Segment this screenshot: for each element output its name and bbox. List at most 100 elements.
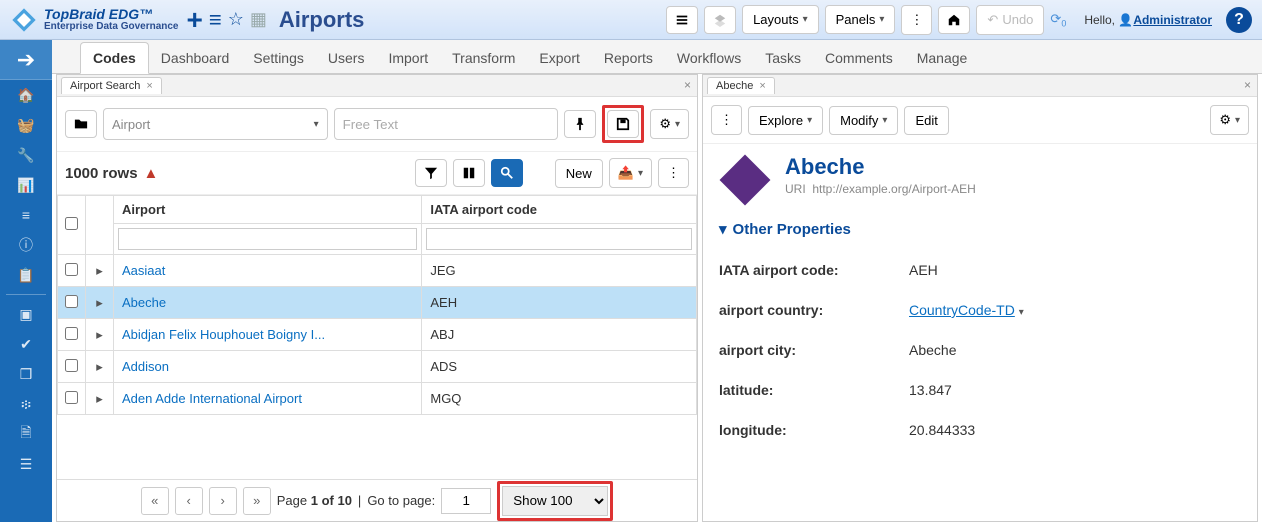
user-link[interactable]: Administrator xyxy=(1133,13,1212,27)
expand-icon[interactable]: ▸ xyxy=(86,383,114,415)
airport-link[interactable]: Abidjan Felix Houphouet Boigny I... xyxy=(122,327,325,342)
gear-button[interactable]: ⚙ ▾ xyxy=(650,109,689,139)
type-select[interactable]: Airport ▾ xyxy=(103,108,328,140)
expand-icon[interactable]: ▸ xyxy=(86,351,114,383)
tab-export[interactable]: Export xyxy=(527,43,591,73)
tab-codes[interactable]: Codes xyxy=(80,42,149,74)
logo[interactable]: TopBraid EDG™ Enterprise Data Governance xyxy=(10,6,179,34)
home-button[interactable] xyxy=(938,6,970,34)
filter-airport-input[interactable] xyxy=(118,228,417,250)
side-check-icon[interactable]: ✔ xyxy=(0,329,52,359)
chevron-down-icon[interactable]: ▾ xyxy=(1019,307,1024,318)
form-gear-button[interactable]: ⚙ ▾ xyxy=(1210,105,1249,135)
side-cube-icon[interactable]: ❒ xyxy=(0,359,52,389)
airport-link[interactable]: Aasiaat xyxy=(122,263,165,278)
help-icon[interactable]: ? xyxy=(1226,7,1252,33)
side-basket-icon[interactable]: 🧺 xyxy=(0,110,52,140)
row-checkbox[interactable] xyxy=(65,263,78,276)
kebab-button[interactable]: ⋮ xyxy=(901,5,932,35)
side-box-icon[interactable]: ▣ xyxy=(0,299,52,329)
tab-import[interactable]: Import xyxy=(376,43,440,73)
star-icon[interactable]: ☆ xyxy=(228,9,244,30)
table-row[interactable]: ▸Abidjan Felix Houphouet Boigny I...ABJ xyxy=(58,319,697,351)
form-kebab-button[interactable]: ⋮ xyxy=(711,105,742,135)
add-icon[interactable]: + xyxy=(187,4,203,36)
side-home-icon[interactable]: 🏠 xyxy=(0,80,52,110)
close-icon[interactable]: × xyxy=(759,80,765,92)
modify-button[interactable]: Modify ▾ xyxy=(829,106,898,135)
expand-icon[interactable]: ▸ xyxy=(86,319,114,351)
tab-manage[interactable]: Manage xyxy=(905,43,980,73)
side-net-icon[interactable]: ፨ xyxy=(0,389,52,419)
undo-button[interactable]: ↶ Undo xyxy=(976,5,1044,35)
export-button[interactable]: 📤▾ xyxy=(609,158,652,188)
new-button[interactable]: New xyxy=(555,159,603,188)
tab-tasks[interactable]: Tasks xyxy=(753,43,813,73)
columns-button[interactable] xyxy=(453,159,485,187)
pager-prev[interactable]: ‹ xyxy=(175,487,203,515)
edit-button[interactable]: Edit xyxy=(904,106,948,135)
side-info-icon[interactable]: ⓘ xyxy=(0,230,52,260)
pager-next[interactable]: › xyxy=(209,487,237,515)
airport-link[interactable]: Abeche xyxy=(122,295,166,310)
side-menu-icon[interactable]: ☰ xyxy=(0,449,52,479)
tab-users[interactable]: Users xyxy=(316,43,377,73)
row-checkbox[interactable] xyxy=(65,391,78,404)
property-link[interactable]: CountryCode-TD xyxy=(909,302,1015,318)
row-checkbox[interactable] xyxy=(65,327,78,340)
list-icon[interactable]: ≡ xyxy=(209,7,222,33)
side-wrench-icon[interactable]: 🔧 xyxy=(0,140,52,170)
pager-goto-input[interactable] xyxy=(441,488,491,514)
row-checkbox[interactable] xyxy=(65,295,78,308)
expand-icon[interactable]: ▸ xyxy=(86,255,114,287)
tab-comments[interactable]: Comments xyxy=(813,43,905,73)
layouts-button[interactable]: Layouts ▾ xyxy=(742,5,819,34)
filter-button[interactable] xyxy=(415,159,447,187)
resource-uri: URI http://example.org/Airport-AEH xyxy=(785,182,976,196)
side-doc-icon[interactable]: 🗎 xyxy=(0,419,52,449)
close-icon[interactable]: × xyxy=(146,80,152,92)
panels-button[interactable]: Panels ▾ xyxy=(825,5,896,34)
table-row[interactable]: ▸AasiaatJEG xyxy=(58,255,697,287)
section-other-properties[interactable]: ▾ Other Properties xyxy=(703,216,1257,242)
grid-kebab-button[interactable]: ⋮ xyxy=(658,158,689,188)
pin-button[interactable] xyxy=(564,110,596,138)
pager-last[interactable]: » xyxy=(243,487,271,515)
row-checkbox[interactable] xyxy=(65,359,78,372)
pager-pagesize-select[interactable]: Show 100 xyxy=(502,486,608,516)
airport-link[interactable]: Addison xyxy=(122,359,169,374)
save-button[interactable] xyxy=(607,110,639,138)
explore-button[interactable]: Explore ▾ xyxy=(748,106,823,135)
layers-button[interactable] xyxy=(704,6,736,34)
tab-workflows[interactable]: Workflows xyxy=(665,43,753,73)
tab-transform[interactable]: Transform xyxy=(440,43,527,73)
side-clipboard-icon[interactable]: 📋 xyxy=(0,260,52,290)
form-panel-tab[interactable]: Abeche × xyxy=(707,77,775,94)
table-row[interactable]: ▸AddisonADS xyxy=(58,351,697,383)
table-row[interactable]: ▸AbecheAEH xyxy=(58,287,697,319)
panel-close-icon[interactable]: × xyxy=(1244,78,1251,92)
outline-button[interactable] xyxy=(666,6,698,34)
tab-reports[interactable]: Reports xyxy=(592,43,665,73)
tab-settings[interactable]: Settings xyxy=(241,43,316,73)
search-button[interactable] xyxy=(491,159,523,187)
pager-first[interactable]: « xyxy=(141,487,169,515)
folder-button[interactable] xyxy=(65,110,97,138)
free-text-input[interactable] xyxy=(334,108,559,140)
sidebar-collapse[interactable]: ➔ xyxy=(0,40,52,80)
airport-link[interactable]: Aden Adde International Airport xyxy=(122,391,302,406)
table-row[interactable]: ▸ Aden Adde International Airport MGQ xyxy=(58,383,697,415)
side-chart-icon[interactable]: 📊 xyxy=(0,170,52,200)
tab-dashboard[interactable]: Dashboard xyxy=(149,43,242,73)
code-cell: MGQ xyxy=(422,383,696,414)
expand-icon[interactable]: ▸ xyxy=(86,287,114,319)
refresh-icon[interactable]: ⟳0 xyxy=(1050,11,1066,29)
column-code[interactable]: IATA airport code xyxy=(422,196,696,224)
filter-code-input[interactable] xyxy=(426,228,692,250)
panel-close-icon[interactable]: × xyxy=(684,78,691,92)
side-list-icon[interactable]: ≡ xyxy=(0,200,52,230)
grid-icon[interactable]: ▦ xyxy=(250,9,267,30)
column-airport[interactable]: Airport xyxy=(114,196,421,224)
search-panel-tab[interactable]: Airport Search × xyxy=(61,77,162,94)
select-all-checkbox[interactable] xyxy=(65,217,78,230)
